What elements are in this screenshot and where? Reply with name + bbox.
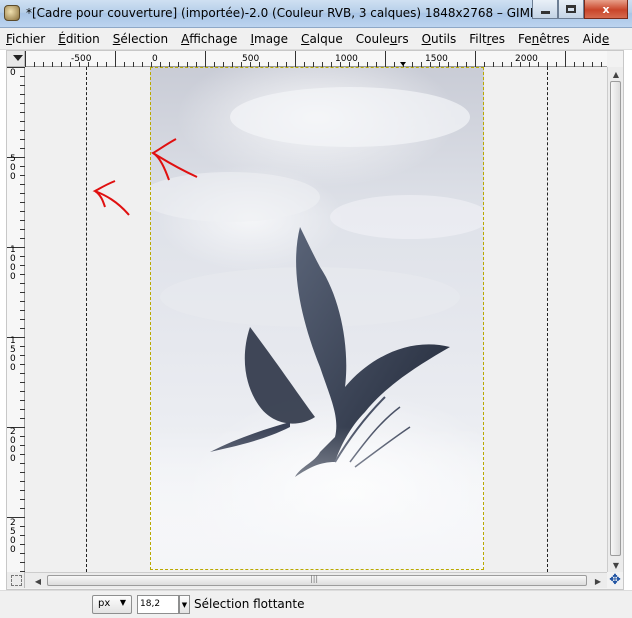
scroll-down-arrow-icon[interactable]: ▼ bbox=[610, 558, 622, 572]
ruler-label: 1000 bbox=[10, 245, 16, 282]
title-bar: *[Cadre pour couverture] (importée)-2.0 … bbox=[0, 0, 632, 28]
ruler-label: 0 bbox=[10, 68, 16, 78]
zoom-field[interactable]: 18,2 bbox=[137, 595, 179, 614]
scroll-right-arrow-icon[interactable]: ▶ bbox=[591, 574, 605, 588]
quick-mask-toggle[interactable] bbox=[7, 572, 25, 588]
menu-selection[interactable]: Sélection bbox=[113, 32, 168, 46]
menu-calque[interactable]: Calque bbox=[301, 32, 343, 46]
ruler-label: -500 bbox=[71, 54, 92, 64]
horizontal-scrollbar[interactable]: ◀ ||| ▶ bbox=[25, 572, 607, 588]
scroll-up-arrow-icon[interactable]: ▲ bbox=[610, 67, 622, 81]
zoom-dropdown-button[interactable]: ▼ bbox=[179, 595, 190, 614]
vertical-ruler[interactable]: 0 500 1000 1500 2000 2500 bbox=[7, 67, 25, 572]
image-canvas[interactable] bbox=[140, 67, 490, 570]
gimp-app-icon[interactable] bbox=[4, 5, 20, 21]
red-arrow-annotation-2-tail bbox=[94, 190, 106, 208]
vertical-ruler-ticks: 0 500 1000 1500 2000 2500 bbox=[7, 67, 25, 572]
menu-edition[interactable]: Édition bbox=[58, 32, 100, 46]
maximize-icon bbox=[566, 5, 576, 13]
horizontal-scroll-thumb[interactable]: ||| bbox=[47, 574, 587, 586]
ruler-label: 1500 bbox=[10, 336, 16, 373]
window-title: *[Cadre pour couverture] (importée)-2.0 … bbox=[26, 6, 538, 20]
menu-fichier[interactable]: Fichier bbox=[6, 32, 45, 46]
ruler-label: 2000 bbox=[515, 54, 538, 64]
ruler-label: 500 bbox=[10, 154, 16, 182]
chevron-down-icon: ▼ bbox=[119, 598, 126, 607]
menu-fenetres[interactable]: Fenêtres bbox=[518, 32, 570, 46]
ruler-label: 500 bbox=[242, 54, 259, 64]
vertical-guide-right[interactable] bbox=[547, 67, 548, 572]
canvas-area[interactable] bbox=[25, 67, 607, 572]
unit-value: px bbox=[98, 598, 111, 609]
window-controls: x bbox=[532, 0, 628, 20]
vertical-scrollbar[interactable]: ▲ ▼ bbox=[607, 67, 623, 572]
pointer-position-marker bbox=[400, 62, 406, 66]
scroll-left-arrow-icon[interactable]: ◀ bbox=[31, 574, 45, 588]
menu-aide[interactable]: Aide bbox=[583, 32, 610, 46]
ruler-label: 1000 bbox=[335, 54, 358, 64]
menu-affichage[interactable]: Affichage bbox=[181, 32, 237, 46]
ruler-label: 0 bbox=[152, 54, 158, 64]
minimize-icon bbox=[540, 10, 550, 14]
status-bar: px ▼ 18,2 ▼ Sélection flottante bbox=[0, 590, 632, 618]
menu-filtres[interactable]: Filtres bbox=[469, 32, 505, 46]
menu-outils[interactable]: Outils bbox=[422, 32, 457, 46]
vertical-scroll-thumb[interactable] bbox=[610, 81, 621, 556]
vertical-guide-left[interactable] bbox=[86, 67, 87, 572]
image-menu-button[interactable] bbox=[7, 51, 25, 67]
ruler-label: 2000 bbox=[10, 427, 16, 464]
ruler-label: 2500 bbox=[10, 518, 16, 555]
navigate-icon[interactable]: ✥ bbox=[607, 572, 623, 588]
ruler-label: 1500 bbox=[425, 54, 448, 64]
zoom-value: 18,2 bbox=[140, 599, 161, 609]
unit-selector[interactable]: px ▼ bbox=[92, 595, 132, 614]
maximize-button[interactable] bbox=[558, 0, 584, 19]
red-arrow-annotation-2 bbox=[92, 180, 130, 216]
minimize-button[interactable] bbox=[532, 0, 558, 19]
status-message: Sélection flottante bbox=[194, 597, 305, 611]
horizontal-ruler[interactable]: -500 0 500 1000 1500 2000 bbox=[25, 51, 607, 67]
menu-couleurs[interactable]: Couleurs bbox=[356, 32, 409, 46]
image-window: -500 0 500 1000 1500 2000 0 500 1000 150… bbox=[6, 50, 624, 590]
close-button[interactable]: x bbox=[584, 0, 628, 19]
mermaid-tail-illustration bbox=[140, 87, 490, 570]
scroll-grip-icon: ||| bbox=[310, 574, 319, 583]
menu-bar: Fichier Édition Sélection Affichage Imag… bbox=[0, 28, 632, 50]
menu-image[interactable]: Image bbox=[250, 32, 288, 46]
horizontal-ruler-ticks: -500 0 500 1000 1500 2000 bbox=[25, 51, 602, 67]
